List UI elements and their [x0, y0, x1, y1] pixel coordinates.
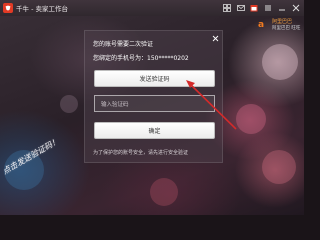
verification-code-input[interactable]: 输入验证码: [94, 95, 215, 112]
bokeh-light: [150, 178, 178, 206]
send-code-button[interactable]: 发送验证码: [94, 70, 215, 87]
menu-icon[interactable]: [263, 3, 273, 13]
bound-phone-text: 您绑定的手机号为：150*****0202: [93, 55, 189, 62]
brand-subtitle: 阿里巴巴 旺旺: [272, 26, 301, 31]
bokeh-light: [236, 104, 266, 134]
window-title: 千牛 - 卖家工作台: [16, 5, 68, 13]
brand-name: 阿里巴巴: [272, 19, 293, 25]
second-verification-dialog: 您的账号需要二次验证 您绑定的手机号为：150*****0202 发送验证码 输…: [84, 30, 223, 163]
bokeh-light: [262, 44, 298, 80]
minimize-icon[interactable]: [277, 3, 287, 13]
bokeh-light: [60, 95, 78, 113]
mail-icon[interactable]: [236, 3, 246, 13]
alibaba-logo-icon: a: [258, 20, 265, 30]
dialog-title: 您的账号需要二次验证: [93, 41, 154, 48]
grid-icon[interactable]: [222, 3, 232, 13]
qianniu-login-window: 千牛 - 卖家工作台 a 阿里巴巴 阿里巴巴 旺旺 您的账号需要二次验证 您绑定: [0, 0, 304, 215]
title-bar: 千牛 - 卖家工作台: [0, 0, 304, 16]
close-icon[interactable]: [291, 3, 301, 13]
security-note: 为了保护您的账号安全，请先进行安全验证: [93, 150, 189, 156]
confirm-button[interactable]: 确定: [94, 122, 215, 139]
dialog-close-icon[interactable]: [211, 34, 219, 42]
calendar-icon[interactable]: [249, 3, 259, 13]
qianniu-logo-icon: [3, 3, 13, 13]
handwritten-note: 点击发送验证码！: [1, 136, 61, 177]
alibaba-brand: a 阿里巴巴 阿里巴巴 旺旺: [258, 17, 302, 33]
bokeh-light: [262, 150, 296, 184]
